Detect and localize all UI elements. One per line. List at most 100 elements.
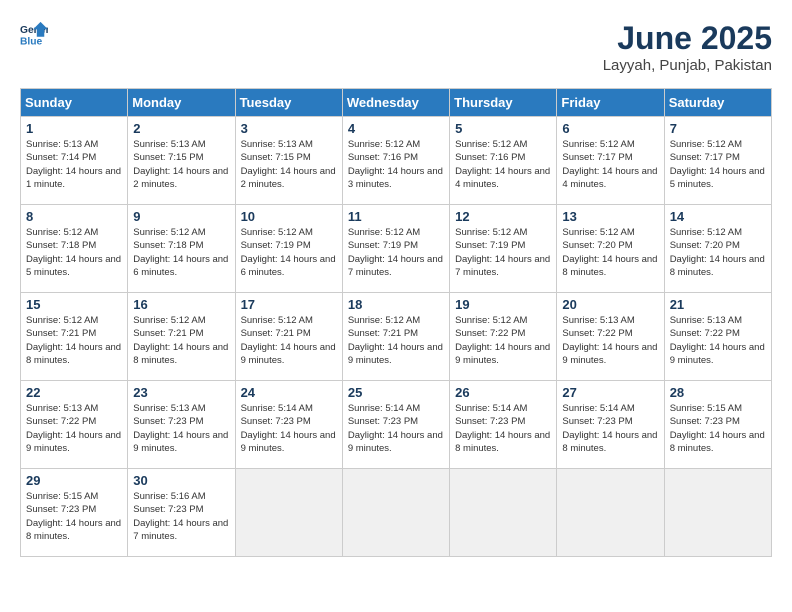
day-info: Sunrise: 5:13 AMSunset: 7:15 PMDaylight:… [133, 138, 229, 191]
svg-text:Blue: Blue [20, 36, 43, 47]
calendar-cell: 3 Sunrise: 5:13 AMSunset: 7:15 PMDaylight… [235, 117, 342, 205]
day-info: Sunrise: 5:12 AMSunset: 7:19 PMDaylight:… [241, 226, 337, 279]
calendar: SundayMondayTuesdayWednesdayThursdayFrid… [20, 88, 772, 557]
day-number: 23 [133, 385, 229, 400]
day-of-week-header: Monday [128, 89, 235, 117]
day-number: 11 [348, 209, 444, 224]
calendar-cell: 28 Sunrise: 5:15 AMSunset: 7:23 PMDayligh… [664, 381, 771, 469]
calendar-cell: 13Sunrise: 5:12 AMSunset: 7:20 PMDayligh… [557, 205, 664, 293]
day-info: Sunrise: 5:12 AMSunset: 7:18 PMDaylight:… [26, 226, 122, 279]
day-number: 4 [348, 121, 444, 136]
day-number: 25 [348, 385, 444, 400]
calendar-cell: 8 Sunrise: 5:12 AMSunset: 7:18 PMDaylight… [21, 205, 128, 293]
location: Layyah, Punjab, Pakistan [603, 57, 772, 74]
calendar-cell: 12Sunrise: 5:12 AMSunset: 7:19 PMDayligh… [450, 205, 557, 293]
calendar-cell: 30 Sunrise: 5:16 AMSunset: 7:23 PMDayligh… [128, 469, 235, 557]
calendar-cell: 24 Sunrise: 5:14 AMSunset: 7:23 PMDayligh… [235, 381, 342, 469]
day-number: 9 [133, 209, 229, 224]
title-area: June 2025 Layyah, Punjab, Pakistan [603, 20, 772, 74]
logo: General Blue [20, 20, 52, 48]
day-info: Sunrise: 5:13 AMSunset: 7:22 PMDaylight:… [562, 314, 658, 367]
logo-icon: General Blue [20, 20, 48, 48]
calendar-cell: 23 Sunrise: 5:13 AMSunset: 7:23 PMDayligh… [128, 381, 235, 469]
calendar-cell: 4 Sunrise: 5:12 AMSunset: 7:16 PMDaylight… [342, 117, 449, 205]
calendar-cell: 9 Sunrise: 5:12 AMSunset: 7:18 PMDaylight… [128, 205, 235, 293]
day-info: Sunrise: 5:12 AMSunset: 7:19 PMDaylight:… [348, 226, 444, 279]
day-number: 22 [26, 385, 122, 400]
day-number: 3 [241, 121, 337, 136]
calendar-cell [557, 469, 664, 557]
day-number: 10 [241, 209, 337, 224]
calendar-cell: 15 Sunrise: 5:12 AMSunset: 7:21 PMDayligh… [21, 293, 128, 381]
day-number: 17 [241, 297, 337, 312]
day-number: 2 [133, 121, 229, 136]
day-info: Sunrise: 5:14 AMSunset: 7:23 PMDaylight:… [562, 402, 658, 455]
calendar-cell: 14 Sunrise: 5:12 AMSunset: 7:20 PMDayligh… [664, 205, 771, 293]
calendar-cell: 20 Sunrise: 5:13 AMSunset: 7:22 PMDayligh… [557, 293, 664, 381]
day-info: Sunrise: 5:12 AMSunset: 7:18 PMDaylight:… [133, 226, 229, 279]
day-info: Sunrise: 5:13 AMSunset: 7:15 PMDaylight:… [241, 138, 337, 191]
day-number: 18 [348, 297, 444, 312]
day-info: Sunrise: 5:12 AMSunset: 7:21 PMDaylight:… [241, 314, 337, 367]
day-number: 13 [562, 209, 658, 224]
day-info: Sunrise: 5:16 AMSunset: 7:23 PMDaylight:… [133, 490, 229, 543]
day-info: Sunrise: 5:12 AMSunset: 7:17 PMDaylight:… [670, 138, 766, 191]
month-title: June 2025 [603, 20, 772, 57]
day-info: Sunrise: 5:14 AMSunset: 7:23 PMDaylight:… [241, 402, 337, 455]
calendar-cell: 11 Sunrise: 5:12 AMSunset: 7:19 PMDayligh… [342, 205, 449, 293]
day-number: 20 [562, 297, 658, 312]
day-of-week-header: Sunday [21, 89, 128, 117]
day-number: 7 [670, 121, 766, 136]
day-info: Sunrise: 5:12 AMSunset: 7:22 PMDaylight:… [455, 314, 551, 367]
calendar-cell: 26 Sunrise: 5:14 AMSunset: 7:23 PMDayligh… [450, 381, 557, 469]
day-number: 15 [26, 297, 122, 312]
day-info: Sunrise: 5:12 AMSunset: 7:16 PMDaylight:… [455, 138, 551, 191]
day-number: 16 [133, 297, 229, 312]
day-of-week-header: Friday [557, 89, 664, 117]
day-of-week-header: Tuesday [235, 89, 342, 117]
day-number: 1 [26, 121, 122, 136]
day-number: 29 [26, 473, 122, 488]
day-info: Sunrise: 5:15 AMSunset: 7:23 PMDaylight:… [26, 490, 122, 543]
day-info: Sunrise: 5:12 AMSunset: 7:16 PMDaylight:… [348, 138, 444, 191]
day-number: 28 [670, 385, 766, 400]
day-info: Sunrise: 5:15 AMSunset: 7:23 PMDaylight:… [670, 402, 766, 455]
day-info: Sunrise: 5:12 AMSunset: 7:21 PMDaylight:… [133, 314, 229, 367]
day-info: Sunrise: 5:13 AMSunset: 7:22 PMDaylight:… [670, 314, 766, 367]
calendar-cell: 7 Sunrise: 5:12 AMSunset: 7:17 PMDaylight… [664, 117, 771, 205]
day-info: Sunrise: 5:12 AMSunset: 7:21 PMDaylight:… [26, 314, 122, 367]
day-info: Sunrise: 5:14 AMSunset: 7:23 PMDaylight:… [455, 402, 551, 455]
calendar-cell: 17 Sunrise: 5:12 AMSunset: 7:21 PMDayligh… [235, 293, 342, 381]
calendar-cell: 29 Sunrise: 5:15 AMSunset: 7:23 PMDayligh… [21, 469, 128, 557]
calendar-cell: 18 Sunrise: 5:12 AMSunset: 7:21 PMDayligh… [342, 293, 449, 381]
day-number: 6 [562, 121, 658, 136]
day-of-week-header: Wednesday [342, 89, 449, 117]
calendar-cell [342, 469, 449, 557]
calendar-cell: 21Sunrise: 5:13 AMSunset: 7:22 PMDayligh… [664, 293, 771, 381]
calendar-cell: 16 Sunrise: 5:12 AMSunset: 7:21 PMDayligh… [128, 293, 235, 381]
day-number: 14 [670, 209, 766, 224]
day-info: Sunrise: 5:12 AMSunset: 7:21 PMDaylight:… [348, 314, 444, 367]
day-number: 30 [133, 473, 229, 488]
day-of-week-header: Thursday [450, 89, 557, 117]
calendar-cell: 2 Sunrise: 5:13 AMSunset: 7:15 PMDaylight… [128, 117, 235, 205]
day-info: Sunrise: 5:13 AMSunset: 7:23 PMDaylight:… [133, 402, 229, 455]
calendar-cell: 5Sunrise: 5:12 AMSunset: 7:16 PMDaylight… [450, 117, 557, 205]
day-info: Sunrise: 5:12 AMSunset: 7:20 PMDaylight:… [670, 226, 766, 279]
calendar-cell: 1Sunrise: 5:13 AMSunset: 7:14 PMDaylight… [21, 117, 128, 205]
day-number: 19 [455, 297, 551, 312]
calendar-cell: 27 Sunrise: 5:14 AMSunset: 7:23 PMDayligh… [557, 381, 664, 469]
day-number: 8 [26, 209, 122, 224]
day-number: 24 [241, 385, 337, 400]
calendar-cell [450, 469, 557, 557]
day-info: Sunrise: 5:13 AMSunset: 7:22 PMDaylight:… [26, 402, 122, 455]
calendar-cell: 19 Sunrise: 5:12 AMSunset: 7:22 PMDayligh… [450, 293, 557, 381]
calendar-cell [664, 469, 771, 557]
day-info: Sunrise: 5:12 AMSunset: 7:17 PMDaylight:… [562, 138, 658, 191]
calendar-cell: 6 Sunrise: 5:12 AMSunset: 7:17 PMDaylight… [557, 117, 664, 205]
calendar-cell: 22 Sunrise: 5:13 AMSunset: 7:22 PMDayligh… [21, 381, 128, 469]
day-number: 27 [562, 385, 658, 400]
day-number: 26 [455, 385, 551, 400]
calendar-cell: 25Sunrise: 5:14 AMSunset: 7:23 PMDayligh… [342, 381, 449, 469]
day-of-week-header: Saturday [664, 89, 771, 117]
